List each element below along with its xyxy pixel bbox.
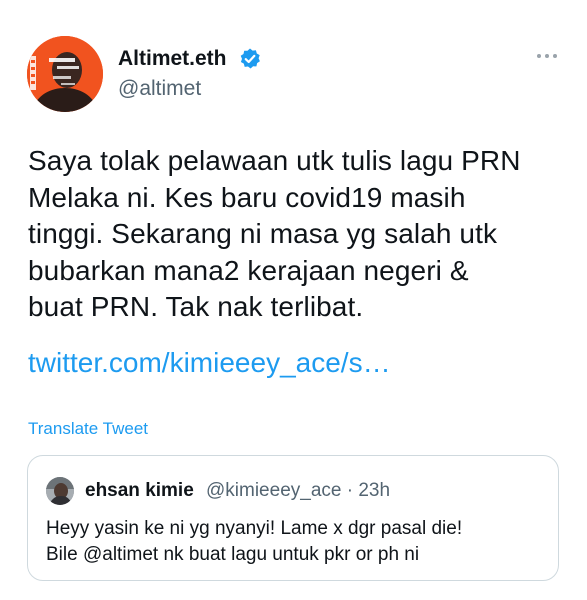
profile-photo-icon [27, 36, 103, 112]
tweet-body-text: Saya tolak pelawaan utk tulis lagu PRN M… [28, 145, 521, 322]
verified-badge-icon [240, 48, 260, 69]
quoted-author-avatar [46, 477, 74, 505]
tweet-card: Altimet.eth @altimet Saya tolak pelawaan… [0, 0, 587, 600]
quoted-author-meta: @kimieeey_ace · 23h [206, 480, 391, 501]
quoted-profile-photo-icon [46, 477, 74, 505]
author-avatar[interactable] [27, 36, 103, 112]
quoted-tweet[interactable]: ehsan kimie @kimieeey_ace · 23h Heyy yas… [27, 455, 559, 581]
translate-tweet-button[interactable]: Translate Tweet [28, 418, 148, 440]
author-display-name[interactable]: Altimet.eth [118, 46, 227, 72]
author-handle[interactable]: @altimet [118, 76, 201, 102]
tweet-link[interactable]: twitter.com/kimieeey_ace/s… [28, 345, 391, 381]
quoted-author-name: ehsan kimie [85, 480, 194, 501]
ellipsis-icon[interactable] [532, 46, 562, 66]
quoted-tweet-text: Heyy yasin ke ni yg nyanyi! Lame x dgr p… [46, 518, 463, 565]
